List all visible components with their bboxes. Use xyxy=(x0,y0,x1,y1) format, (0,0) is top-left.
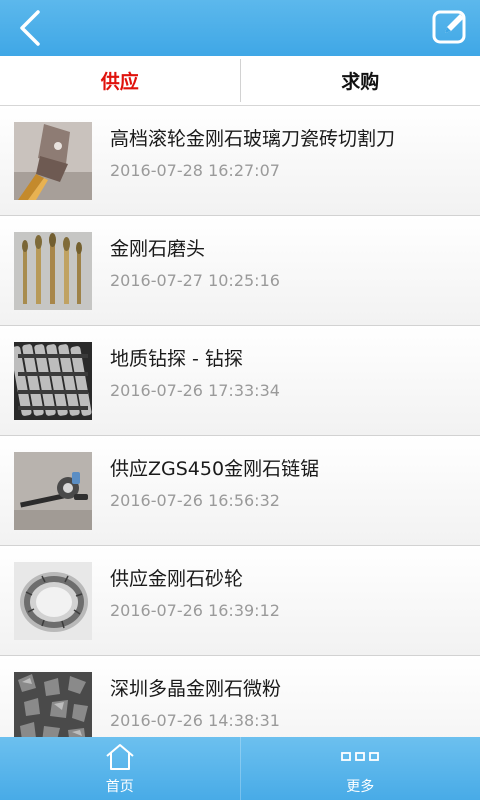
list-item[interactable]: 供应金刚石砂轮 2016-07-26 16:39:12 xyxy=(0,546,480,656)
list-item[interactable]: 供应ZGS450金刚石链锯 2016-07-26 16:56:32 xyxy=(0,436,480,546)
nav-home-label: 首页 xyxy=(105,779,134,795)
tab-purchase[interactable]: 求购 xyxy=(241,56,480,105)
more-icon xyxy=(341,752,380,761)
item-title: 地质钻探 - 钻探 xyxy=(110,348,243,370)
item-title: 金刚石磨头 xyxy=(110,238,206,260)
item-title: 高档滚轮金刚石玻璃刀瓷砖切割刀 xyxy=(110,128,396,150)
product-thumbnail-chain-saw xyxy=(14,452,92,530)
item-date: 2016-07-26 16:39:12 xyxy=(110,601,280,620)
tab-supply[interactable]: 供应 xyxy=(0,56,240,105)
item-title: 深圳多晶金刚石微粉 xyxy=(110,678,282,700)
list-item[interactable]: 高档滚轮金刚石玻璃刀瓷砖切割刀 2016-07-28 16:27:07 xyxy=(0,106,480,216)
product-list: 高档滚轮金刚石玻璃刀瓷砖切割刀 2016-07-28 16:27:07 金刚石磨… xyxy=(0,106,480,737)
list-item[interactable]: 金刚石磨头 2016-07-27 10:25:16 xyxy=(0,216,480,326)
item-date: 2016-07-28 16:27:07 xyxy=(110,161,280,180)
nav-home[interactable]: 首页 xyxy=(0,737,240,800)
item-title: 供应金刚石砂轮 xyxy=(110,568,244,590)
item-date: 2016-07-26 17:33:34 xyxy=(110,381,280,400)
nav-more[interactable]: 更多 xyxy=(241,737,480,800)
home-icon xyxy=(106,744,134,770)
product-thumbnail-glass-cutter xyxy=(14,122,92,200)
product-thumbnail-grinding-wheel xyxy=(14,562,92,640)
list-item[interactable]: 地质钻探 - 钻探 2016-07-26 17:33:34 xyxy=(0,326,480,436)
tab-bar: 供应 求购 xyxy=(0,56,480,106)
top-bar xyxy=(0,0,480,56)
item-date: 2016-07-26 16:56:32 xyxy=(110,491,280,510)
edit-button[interactable] xyxy=(428,6,472,50)
product-thumbnail-drill-rods xyxy=(14,342,92,420)
list-item[interactable]: 深圳多晶金刚石微粉 2016-07-26 14:38:31 xyxy=(0,656,480,737)
chevron-left-icon xyxy=(20,10,40,46)
product-thumbnail-diamond-powder xyxy=(14,672,92,737)
nav-more-label: 更多 xyxy=(346,779,375,795)
item-date: 2016-07-26 14:38:31 xyxy=(110,711,280,730)
item-date: 2016-07-27 10:25:16 xyxy=(110,271,280,290)
item-title: 供应ZGS450金刚石链锯 xyxy=(110,458,320,480)
product-thumbnail-grinding-heads xyxy=(14,232,92,310)
bottom-nav: 首页 更多 xyxy=(0,737,480,800)
edit-icon xyxy=(432,10,466,44)
back-button[interactable] xyxy=(10,6,54,50)
